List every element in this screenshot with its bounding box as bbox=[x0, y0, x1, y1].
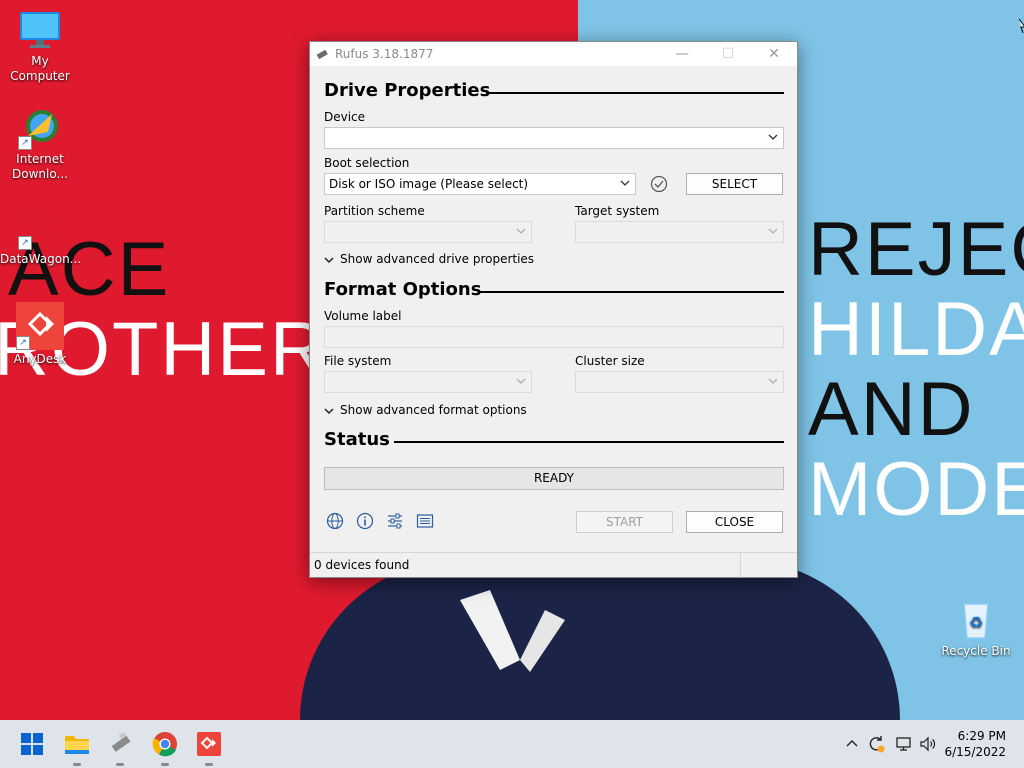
boot-selection-label: Boot selection bbox=[324, 156, 410, 170]
rufus-window: Rufus 3.18.1877 — ☐ ✕ Drive Properties D… bbox=[309, 41, 798, 578]
close-window-button[interactable]: ✕ bbox=[751, 42, 797, 66]
taskbar-chrome[interactable] bbox=[149, 728, 181, 766]
wallpaper-text: AND bbox=[808, 367, 975, 452]
boot-selection-dropdown[interactable]: Disk or ISO image (Please select) bbox=[324, 173, 636, 195]
shortcut-arrow-icon: ↗ bbox=[18, 136, 32, 150]
show-hidden-icons-chevron-up-icon[interactable] bbox=[842, 734, 862, 754]
taskbar: 6:29 PM 6/15/2022 bbox=[0, 720, 1024, 768]
advanced-drive-label: Show advanced drive properties bbox=[340, 252, 535, 266]
taskbar-anydesk[interactable] bbox=[193, 728, 225, 766]
shortcut-arrow-icon: ↗ bbox=[18, 236, 32, 250]
folder-icon bbox=[65, 736, 89, 754]
show-advanced-format-options[interactable]: Show advanced format options bbox=[324, 403, 527, 417]
desktop-icon-label: AnyDesk bbox=[13, 352, 67, 366]
usb-drive-icon bbox=[111, 731, 131, 752]
wallpaper-figure bbox=[300, 560, 900, 720]
cluster-size-dropdown[interactable] bbox=[575, 371, 784, 393]
desktop-icon-datawagon[interactable]: ↗ DataWagon... bbox=[0, 206, 82, 267]
desktop-icon-label: My Computer bbox=[10, 54, 70, 83]
chevron-down-icon bbox=[516, 378, 526, 384]
chevron-down-icon bbox=[768, 134, 778, 140]
desktop-icon-my-computer[interactable]: My Computer bbox=[0, 8, 80, 84]
chevron-down-icon bbox=[516, 228, 526, 234]
boot-selection-value: Disk or ISO image (Please select) bbox=[329, 177, 529, 191]
volume-label-label: Volume label bbox=[324, 309, 402, 323]
chevron-down-icon bbox=[324, 256, 334, 263]
start-button[interactable]: START bbox=[576, 511, 673, 533]
start-menu-button[interactable] bbox=[16, 728, 48, 760]
status-heading: Status bbox=[324, 429, 390, 450]
advanced-format-label: Show advanced format options bbox=[340, 403, 527, 417]
running-indicator bbox=[205, 763, 213, 766]
taskbar-rufus[interactable] bbox=[104, 728, 136, 766]
chrome-icon bbox=[152, 732, 177, 757]
settings-sliders-icon[interactable] bbox=[386, 512, 404, 530]
mouse-cursor-icon bbox=[1018, 18, 1024, 34]
section-divider bbox=[480, 291, 784, 293]
desktop-icon-label: Recycle Bin bbox=[941, 644, 1011, 658]
section-divider bbox=[394, 441, 784, 443]
taskbar-file-explorer[interactable] bbox=[61, 728, 93, 766]
status-bar: 0 devices found bbox=[310, 552, 797, 577]
select-button[interactable]: SELECT bbox=[686, 173, 783, 195]
wallpaper-collar bbox=[460, 590, 565, 672]
partition-scheme-dropdown[interactable] bbox=[324, 221, 532, 243]
running-indicator bbox=[73, 763, 81, 766]
chevron-down-icon bbox=[768, 378, 778, 384]
wallpaper-text: REJEC bbox=[808, 207, 1024, 292]
taskbar-clock[interactable]: 6:29 PM 6/15/2022 bbox=[944, 728, 1006, 760]
cluster-size-label: Cluster size bbox=[575, 354, 645, 368]
minimize-button[interactable]: — bbox=[659, 42, 705, 66]
status-progress-bar: READY bbox=[324, 467, 784, 490]
wallpaper-text: HILDA bbox=[808, 287, 1024, 372]
wallpaper-text: MODE bbox=[808, 447, 1024, 532]
title-bar[interactable]: Rufus 3.18.1877 — ☐ ✕ bbox=[310, 42, 797, 66]
usb-drive-icon bbox=[316, 49, 328, 60]
running-indicator bbox=[161, 763, 169, 766]
windows-logo-icon bbox=[21, 733, 43, 755]
desktop-icon-internet-download-manager[interactable]: ↗ Internet Downlo... bbox=[0, 106, 80, 182]
format-options-heading: Format Options bbox=[324, 279, 482, 300]
clock-time: 6:29 PM bbox=[957, 729, 1006, 743]
desktop-icon-label: DataWagon... bbox=[0, 252, 82, 266]
status-bar-divider bbox=[740, 553, 741, 577]
svg-text:♻: ♻ bbox=[969, 613, 983, 632]
about-info-icon[interactable] bbox=[356, 512, 374, 530]
recycle-bin-icon: ♻ bbox=[963, 603, 989, 639]
file-system-dropdown[interactable] bbox=[324, 371, 532, 393]
check-hash-icon[interactable] bbox=[650, 175, 668, 193]
shortcut-arrow-icon: ↗ bbox=[16, 336, 30, 350]
desktop-icon-label: Internet Downlo... bbox=[12, 152, 68, 181]
device-dropdown[interactable] bbox=[324, 127, 784, 149]
language-globe-icon[interactable] bbox=[326, 512, 344, 530]
drive-properties-heading: Drive Properties bbox=[324, 80, 491, 101]
desktop-icon-anydesk[interactable]: ↗ AnyDesk bbox=[0, 302, 80, 367]
chevron-down-icon bbox=[620, 180, 630, 186]
anydesk-icon bbox=[197, 732, 221, 756]
volume-icon[interactable] bbox=[918, 734, 938, 754]
show-advanced-drive-properties[interactable]: Show advanced drive properties bbox=[324, 252, 534, 266]
close-button[interactable]: CLOSE bbox=[686, 511, 783, 533]
status-bar-text: 0 devices found bbox=[314, 558, 410, 572]
window-title: Rufus 3.18.1877 bbox=[335, 47, 434, 61]
section-divider bbox=[486, 92, 784, 94]
target-system-dropdown[interactable] bbox=[575, 221, 784, 243]
clock-date: 6/15/2022 bbox=[944, 745, 1006, 759]
update-sync-icon[interactable] bbox=[866, 734, 886, 754]
volume-label-input[interactable] bbox=[324, 326, 784, 348]
device-label: Device bbox=[324, 110, 366, 124]
chevron-down-icon bbox=[768, 228, 778, 234]
desktop-icon-recycle-bin[interactable]: ♻ Recycle Bin bbox=[936, 598, 1016, 659]
network-icon[interactable] bbox=[894, 734, 914, 754]
log-list-icon[interactable] bbox=[416, 512, 434, 530]
running-indicator bbox=[116, 763, 124, 766]
chevron-down-icon bbox=[324, 407, 334, 414]
maximize-button[interactable]: ☐ bbox=[705, 42, 751, 66]
file-system-label: File system bbox=[324, 354, 392, 368]
partition-scheme-label: Partition scheme bbox=[324, 204, 425, 218]
monitor-icon bbox=[20, 12, 60, 48]
target-system-label: Target system bbox=[575, 204, 660, 218]
